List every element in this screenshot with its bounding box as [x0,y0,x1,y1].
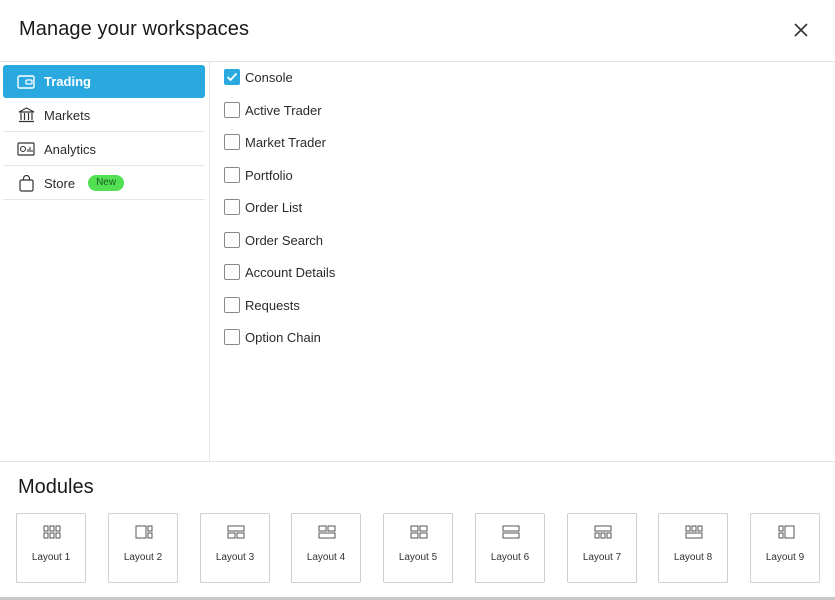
layout-stack-icon [502,525,520,539]
layout-label: Layout 1 [31,552,71,563]
layout-rows-icon [318,525,336,539]
layout-grid-icon [43,525,61,539]
layout-rows-icon [227,525,245,539]
checkbox[interactable] [224,167,240,183]
layout-3-button[interactable]: Layout 3 [200,513,270,583]
wallet-icon [17,74,35,90]
workspace-checkbox-order-list[interactable]: Order List [224,197,424,217]
layout-1-button[interactable]: Layout 1 [16,513,86,583]
sidebar-item-analytics[interactable]: Analytics [3,133,205,166]
workspace-checkbox-order-search[interactable]: Order Search [224,230,424,250]
shopping-bag-icon [17,174,35,192]
sidebar: Trading Markets Analytics Store New [0,62,210,461]
layout-quad-icon [410,525,428,539]
layout-sidebar-icon [778,525,795,539]
bank-icon [17,107,35,123]
workspace-checkbox-portfolio[interactable]: Portfolio [224,165,424,185]
layout-label: Layout 7 [582,552,622,563]
layout-7-button[interactable]: Layout 7 [567,513,637,583]
layout-label: Layout 5 [398,552,438,563]
checkbox-label: Order List [245,199,303,215]
checkbox-label: Console [245,69,293,85]
layout-5-button[interactable]: Layout 5 [383,513,453,583]
checkbox-label: Market Trader [245,134,326,150]
modules-title: Modules [18,476,94,498]
sidebar-item-store[interactable]: Store New [3,167,205,200]
checkbox[interactable] [224,329,240,345]
new-badge: New [88,175,125,191]
workspace-checkbox-market-trader[interactable]: Market Trader [224,132,424,152]
workspace-checkbox-option-chain[interactable]: Option Chain [224,327,424,347]
workspace-checkbox-requests[interactable]: Requests [224,295,424,315]
sidebar-item-label: Markets [44,107,91,123]
sidebar-item-label: Analytics [44,141,97,157]
checkbox-label: Option Chain [245,329,321,345]
layout-4-button[interactable]: Layout 4 [291,513,361,583]
layout-label: Layout 2 [123,552,163,563]
layout-rows-icon [594,525,612,539]
layout-label: Layout 3 [215,552,255,563]
checkbox-label: Order Search [245,232,324,248]
layout-9-button[interactable]: Layout 9 [750,513,820,583]
layout-split-icon [135,525,153,539]
checkbox-checked[interactable] [224,69,240,85]
workspace-checkbox-account-details[interactable]: Account Details [224,262,424,282]
layout-label: Layout 6 [490,552,530,563]
workspace-checkbox-active-trader[interactable]: Active Trader [224,100,424,120]
sidebar-item-label: Trading [44,74,91,89]
sidebar-item-label: Store [44,175,76,191]
checkbox[interactable] [224,232,240,248]
checkbox[interactable] [224,264,240,280]
layout-2-button[interactable]: Layout 2 [108,513,178,583]
layout-label: Layout 9 [765,552,805,563]
layout-label: Layout 4 [306,552,346,563]
modules-section: Modules Layout 1 Layout 2 Layout 3 Layou… [0,461,835,600]
layout-label: Layout 8 [673,552,713,563]
checkbox-label: Requests [245,297,300,313]
sidebar-item-markets[interactable]: Markets [3,99,205,132]
chart-card-icon [17,141,35,157]
checkbox-label: Active Trader [245,102,322,118]
checkbox[interactable] [224,297,240,313]
checkbox-label: Portfolio [245,167,293,183]
workspace-checkbox-console[interactable]: Console [224,67,424,87]
dialog-header: Manage your workspaces [0,0,835,62]
checkbox[interactable] [224,134,240,150]
checkmark-icon [226,72,238,82]
checkbox[interactable] [224,102,240,118]
checkbox[interactable] [224,199,240,215]
layout-6-button[interactable]: Layout 6 [475,513,545,583]
sidebar-item-trading[interactable]: Trading [3,65,205,98]
dialog-title: Manage your workspaces [19,18,250,40]
close-icon[interactable] [790,19,812,41]
layout-8-button[interactable]: Layout 8 [658,513,728,583]
layout-rows-icon [685,525,703,539]
checkbox-label: Account Details [245,264,336,280]
